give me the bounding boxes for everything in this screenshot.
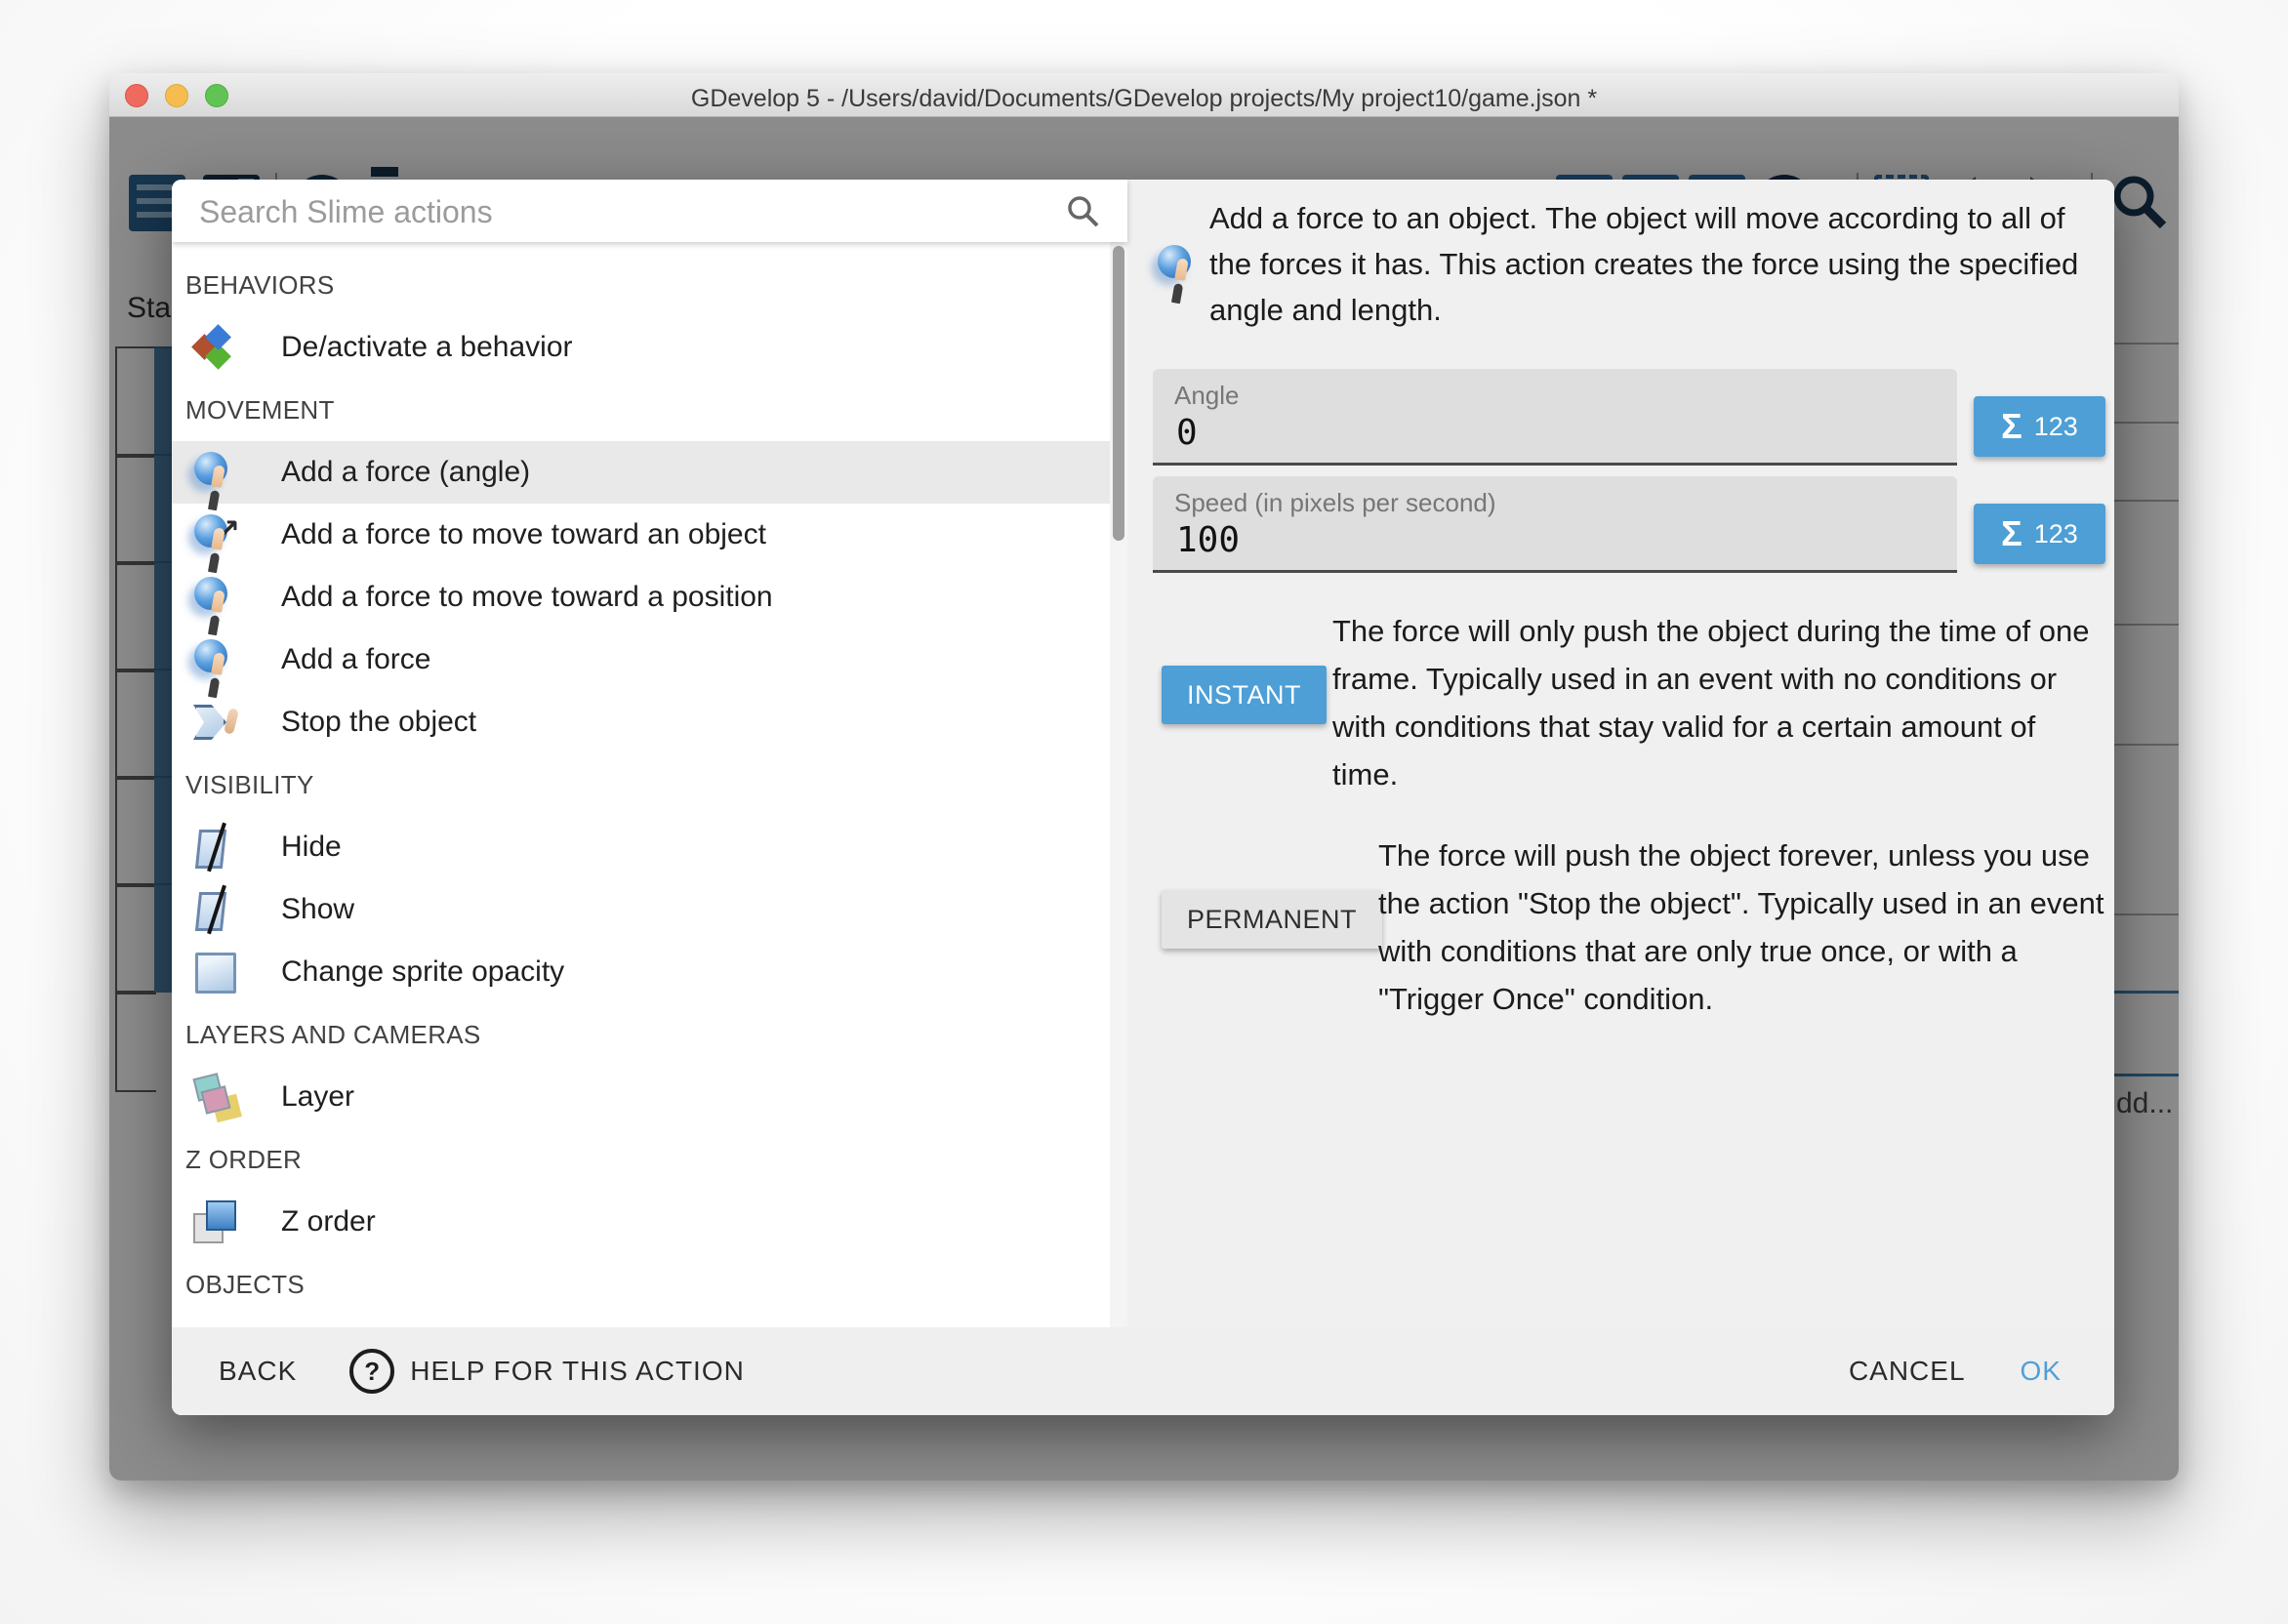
action-label: De/activate a behavior: [281, 316, 573, 379]
search-icon: [1065, 193, 1100, 228]
speed-expression-button[interactable]: Σ 123: [1974, 504, 2105, 564]
action-label: Add a force (angle): [281, 441, 530, 504]
action-list-item[interactable]: Stop the object: [172, 691, 1110, 753]
opacity-icon: [193, 951, 236, 994]
window-titlebar: GDevelop 5 - /Users/david/Documents/GDev…: [109, 73, 2179, 117]
back-button[interactable]: BACK: [205, 1346, 310, 1397]
force-angle-icon: [193, 451, 236, 494]
help-button-label: HELP FOR THIS ACTION: [410, 1356, 745, 1387]
instant-button[interactable]: INSTANT: [1162, 666, 1327, 724]
force-toward-position-icon: [193, 576, 236, 619]
action-description: Add a force to an object. The object wil…: [1209, 195, 2112, 333]
angle-input[interactable]: [1174, 412, 1930, 454]
cancel-button[interactable]: CANCEL: [1835, 1346, 1980, 1397]
instant-description: The force will only push the object duri…: [1332, 607, 2104, 798]
layer-icon: [193, 1076, 236, 1118]
list-section-header: BEHAVIORS: [172, 254, 1110, 316]
action-label: Add a force: [281, 629, 430, 691]
action-list-panel: BEHAVIORSDe/activate a behaviorMOVEMENTA…: [172, 180, 1127, 1415]
sigma-icon: Σ: [2001, 516, 2022, 551]
list-section-header: LAYERS AND CAMERAS: [172, 1003, 1110, 1066]
expression-123-label: 123: [2034, 414, 2078, 440]
screen: GDevelop 5 - /Users/david/Documents/GDev…: [0, 0, 2288, 1624]
action-list-item[interactable]: De/activate a behavior: [172, 316, 1110, 379]
action-label: Layer: [281, 1066, 354, 1128]
action-editor-dialog: BEHAVIORSDe/activate a behaviorMOVEMENTA…: [172, 180, 2114, 1415]
action-list: BEHAVIORSDe/activate a behaviorMOVEMENTA…: [172, 242, 1110, 1415]
action-label: Add a force to move toward a position: [281, 566, 773, 629]
search-bar: [172, 180, 1127, 242]
show-icon: [193, 888, 236, 931]
action-label: Show: [281, 878, 354, 941]
action-list-item[interactable]: Layer: [172, 1066, 1110, 1128]
force-toward-object-icon: [193, 513, 236, 556]
angle-expression-button[interactable]: Σ 123: [1974, 396, 2105, 457]
action-list-item[interactable]: Change sprite opacity: [172, 941, 1110, 1003]
search-input[interactable]: [197, 187, 1041, 236]
permanent-button[interactable]: PERMANENT: [1162, 890, 1382, 949]
action-label: Stop the object: [281, 691, 476, 753]
scrollbar-thumb[interactable]: [1113, 246, 1124, 541]
permanent-description: The force will push the object forever, …: [1378, 832, 2110, 1023]
help-button[interactable]: ? HELP FOR THIS ACTION: [349, 1349, 745, 1394]
sigma-icon: Σ: [2001, 409, 2022, 444]
force-angle-icon: [1157, 244, 1200, 287]
action-list-item[interactable]: Add a force (angle): [172, 441, 1110, 504]
window-title: GDevelop 5 - /Users/david/Documents/GDev…: [109, 85, 2179, 113]
action-label: Change sprite opacity: [281, 941, 564, 1003]
action-label: Add a force to move toward an object: [281, 504, 766, 566]
action-label: Z order: [281, 1191, 376, 1253]
z-order-icon: [193, 1200, 236, 1243]
action-list-item[interactable]: Add a force to move toward a position: [172, 566, 1110, 629]
help-icon: ?: [349, 1349, 394, 1394]
list-section-header: Z ORDER: [172, 1128, 1110, 1191]
action-label: Hide: [281, 816, 342, 878]
list-section-header: VISIBILITY: [172, 753, 1110, 816]
action-list-item[interactable]: Add a force: [172, 629, 1110, 691]
expression-123-label: 123: [2034, 521, 2078, 548]
force-icon: [193, 638, 236, 681]
dialog-footer: BACK ? HELP FOR THIS ACTION CANCEL OK: [172, 1327, 2114, 1415]
angle-field-label: Angle: [1174, 381, 1240, 411]
action-list-item[interactable]: Add a force to move toward an object: [172, 504, 1110, 566]
action-list-item[interactable]: Hide: [172, 816, 1110, 878]
stop-object-icon: [193, 701, 236, 744]
action-detail-panel: Add a force to an object. The object wil…: [1127, 180, 2114, 1415]
action-list-item[interactable]: Show: [172, 878, 1110, 941]
hide-icon: [193, 826, 236, 869]
list-section-header: MOVEMENT: [172, 379, 1110, 441]
behavior-icon: [193, 326, 236, 369]
speed-field[interactable]: Speed (in pixels per second): [1153, 476, 1957, 573]
ok-button[interactable]: OK: [2007, 1346, 2075, 1397]
speed-input[interactable]: [1174, 519, 1930, 561]
action-list-item[interactable]: Z order: [172, 1191, 1110, 1253]
list-scrollbar[interactable]: [1110, 242, 1127, 1415]
angle-field[interactable]: Angle: [1153, 369, 1957, 466]
list-section-header: OBJECTS: [172, 1253, 1110, 1316]
speed-field-label: Speed (in pixels per second): [1174, 488, 1496, 518]
